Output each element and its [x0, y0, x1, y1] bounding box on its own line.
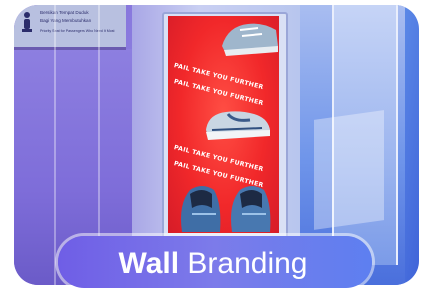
- label-regular-word: Branding: [187, 247, 308, 280]
- wall-seam: [54, 5, 56, 285]
- sign-line-1: Bersikan Tempat Duduk: [40, 10, 89, 15]
- sneaker-image: [206, 111, 270, 140]
- advert-poster: PAIL TAKE YOU FURTHER PAIL TAKE YOU FURT…: [168, 16, 279, 233]
- light-reflection: [314, 110, 384, 230]
- sign-line-3: Priority Seat for Passengers Who Need It…: [40, 29, 115, 33]
- priority-seat-sign: Bersikan Tempat Duduk Bagi Yang Membutuh…: [14, 5, 126, 50]
- sign-line-2: Bagi Yang Membutuhkan: [40, 18, 92, 23]
- sneaker-pair-image: [181, 186, 271, 232]
- label-bold-word: Wall: [118, 247, 180, 280]
- priority-seat-icon: [22, 12, 32, 32]
- sneaker-image: [222, 23, 278, 56]
- category-label: Wall Branding: [0, 244, 426, 284]
